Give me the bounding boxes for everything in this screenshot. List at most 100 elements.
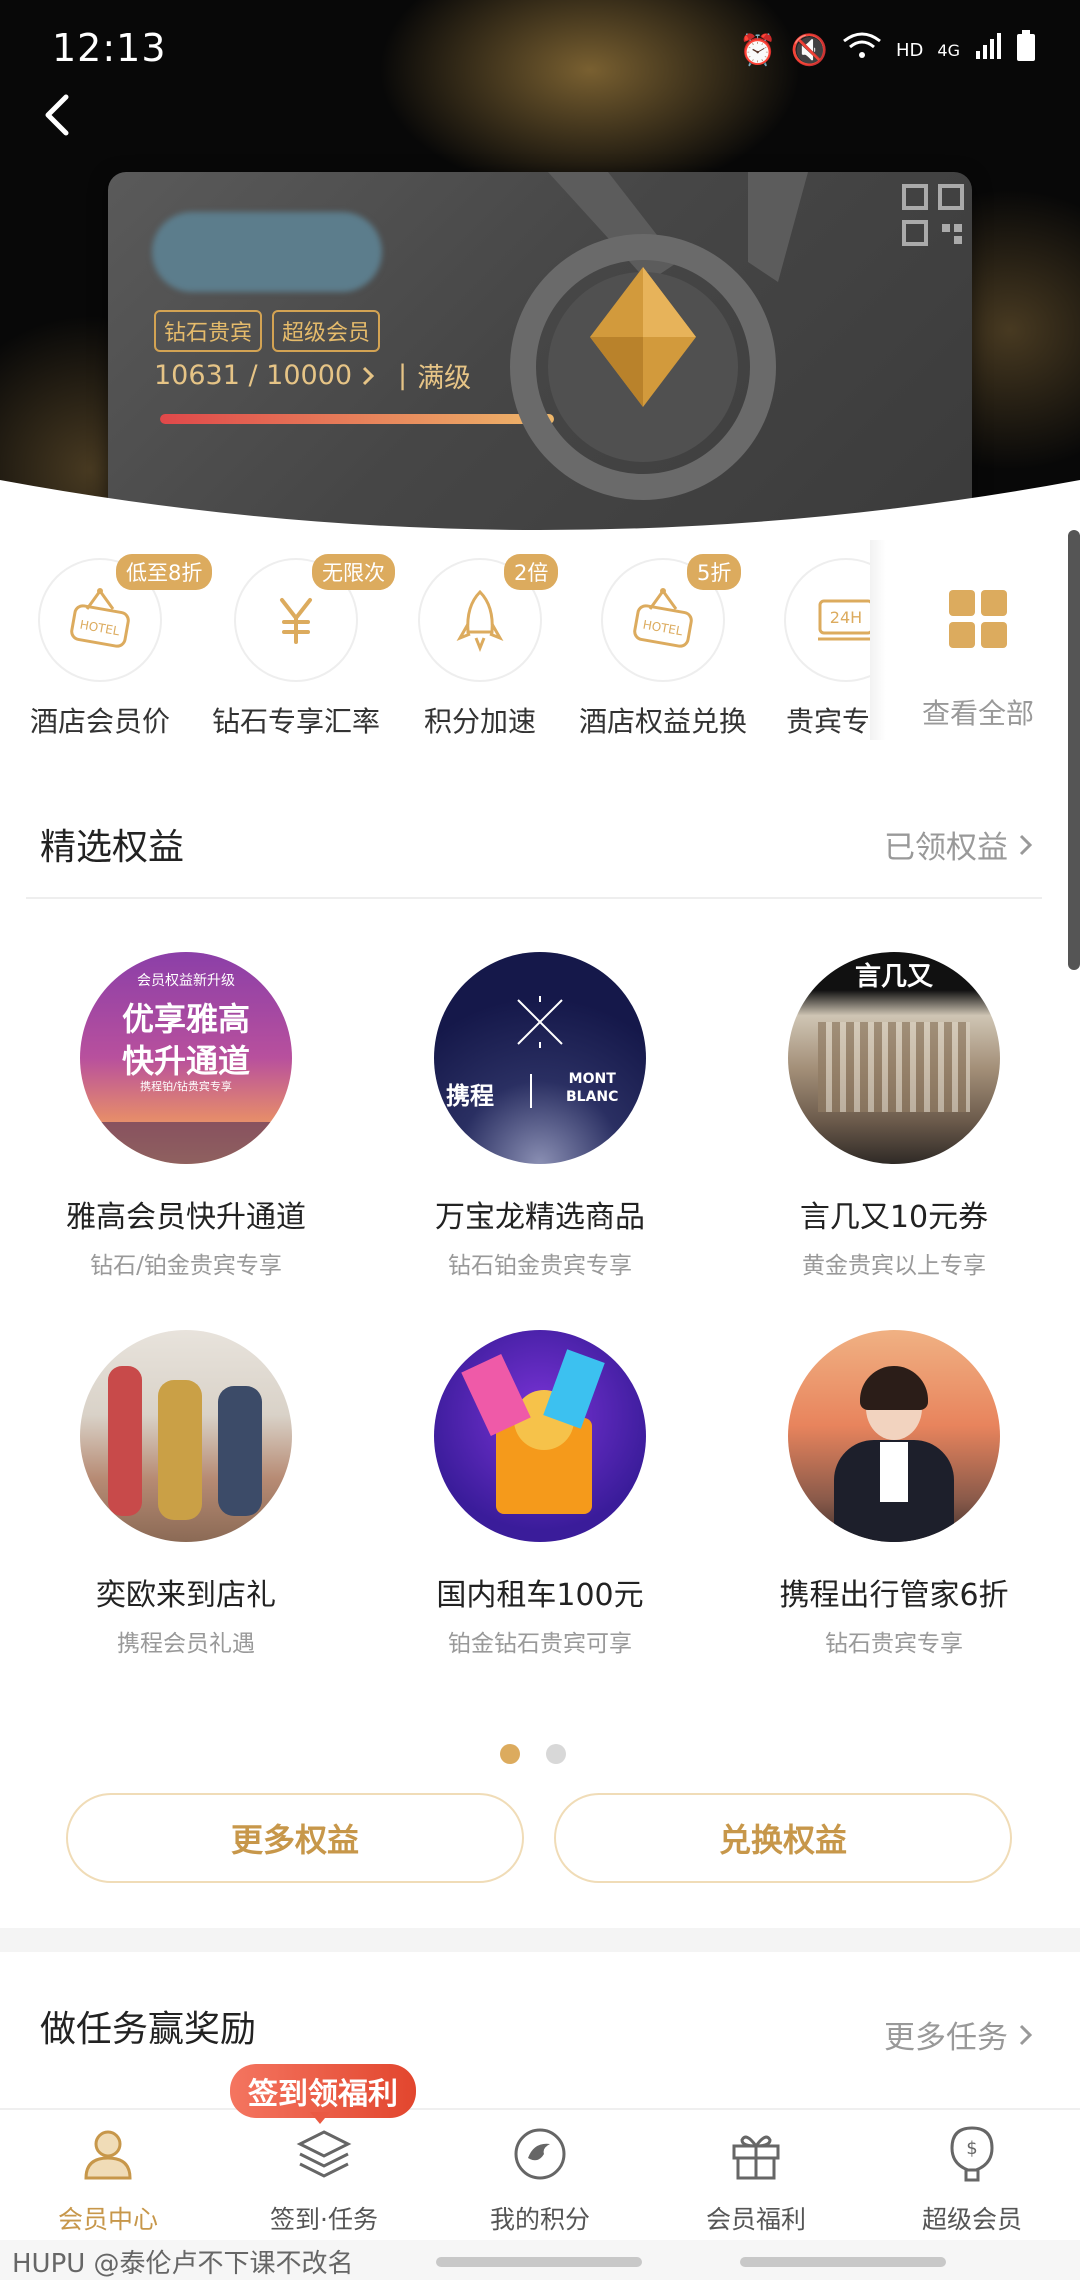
nav-signin-tasks[interactable]: 签到·任务 [216,2124,432,2236]
right-title: 言几又10元券 [799,1200,989,1235]
benefit-circle: HOTEL 低至8折 [38,554,213,682]
svg-text:$: $ [966,2138,977,2159]
points-value: 10631 / 10000 [154,360,353,391]
right-item-yanjiyou[interactable]: 言几又 言几又10元券 黄金贵宾以上专享 [724,952,1064,1280]
benefit-label: 酒店权益兑换 [578,705,747,738]
nav-label: 会员福利 [705,2205,806,2234]
user-icon [84,2130,132,2180]
right-item-car-rental[interactable]: 国内租车100元 铂金钻石贵宾可享 [370,1330,710,1658]
page-dot-active[interactable] [500,1744,520,1764]
benefit-circle: 24H [784,558,870,682]
rocket-icon [456,589,504,652]
more-tasks-label: 更多任务 [884,2020,1008,2056]
nav-label: 我的积分 [489,2205,590,2234]
points-icon [514,2128,566,2180]
watermark: HUPU @泰伦卢不下课不改名 [12,2249,354,2279]
chevron-right-icon [1019,2024,1033,2045]
nav-member-center[interactable]: 会员中心 [0,2124,216,2236]
arrows-emblem-icon [517,996,563,1048]
benefit-hotel-price[interactable]: HOTEL 低至8折 酒店会员价 [0,554,213,740]
benefit-vip-24h[interactable]: 24H 贵宾专 [746,558,870,740]
right-subtitle: 钻石铂金贵宾专享 [448,1253,632,1279]
bookstore-image: 言几又 [788,952,1000,1164]
right-item-montblanc[interactable]: 携程 MONT BLANC 万宝龙精选商品 钻石铂金贵宾专享 [370,952,710,1280]
right-subtitle: 钻石/铂金贵宾专享 [90,1253,282,1279]
back-button[interactable] [30,85,90,145]
right-subtitle: 携程会员礼遇 [117,1631,255,1657]
carousel-pagination [500,1744,566,1764]
claimed-benefits-label: 已领权益 [884,830,1008,866]
benefit-tag: 5折 [687,554,742,590]
travel-butler-image [788,1330,1000,1542]
right-title: 国内租车100元 [436,1578,644,1613]
accor-image: 会员权益新升级 优享雅高 快升通道 携程铂/钻贵宾专享 [80,952,292,1164]
nav-label: 会员中心 [57,2205,158,2234]
chevron-left-icon [45,94,69,136]
benefit-circle: 2倍 [418,554,559,682]
featured-title: 精选权益 [40,827,185,868]
page-dot[interactable] [546,1744,566,1764]
qr-code-icon[interactable] [902,184,964,246]
nav-label: 签到·任务 [270,2205,378,2234]
status-time: 12:13 [52,26,167,70]
grid-icon [949,590,1007,648]
hotel-sign-icon: HOTEL [633,588,693,648]
scrollbar[interactable] [1068,530,1080,970]
right-item-accor[interactable]: 会员权益新升级 优享雅高 快升通道 携程铂/钻贵宾专享 雅高会员快升通道 钻石/… [16,952,356,1280]
battery-icon [1016,30,1036,70]
montblanc-image: 携程 MONT BLANC [434,952,646,1164]
benefit-tag: 2倍 [504,554,559,590]
layers-icon [296,2130,352,2178]
alarm-icon: ⏰ [739,32,777,68]
right-item-value-retail[interactable]: 奕欧来到店礼 携程会员礼遇 [16,1330,356,1658]
more-benefits-button[interactable]: 更多权益 [66,1793,524,1883]
right-title: 奕欧来到店礼 [96,1578,276,1613]
yuan-icon [280,598,312,644]
right-subtitle: 铂金钻石贵宾可享 [448,1631,632,1657]
badge-super-member: 超级会员 [272,310,381,352]
nav-member-benefits[interactable]: 会员福利 [648,2124,864,2236]
mute-icon: 🔇 [790,32,829,68]
member-badges: 钻石贵宾 超级会员 [154,310,381,352]
view-all-label: 查看全部 [921,697,1034,730]
benefit-label: 酒店会员价 [29,705,170,738]
nav-super-member[interactable]: $ 超级会员 [864,2124,1080,2236]
right-title: 携程出行管家6折 [779,1578,1009,1613]
right-item-travel-butler[interactable]: 携程出行管家6折 钻石贵宾专享 [724,1330,1064,1658]
nav-my-points[interactable]: 我的积分 [432,2124,648,2236]
signin-reward-badge[interactable]: 签到领福利 [230,2064,416,2118]
blurred-username [152,212,382,292]
benefit-exchange-rate[interactable]: 无限次 钻石专享汇率 [196,554,396,740]
header-wave [0,480,1080,560]
section-gap [0,1928,1080,1952]
24h-icon: 24H [818,599,870,641]
badge-diamond: 钻石贵宾 [154,310,263,352]
points-progress-link[interactable]: 10631 / 10000 | 满级 [154,356,471,395]
more-tasks-link[interactable]: 更多任务 [884,2012,1038,2057]
chevron-right-icon [362,366,375,385]
svg-text:HOTEL: HOTEL [642,618,684,639]
gift-icon [732,2135,780,2180]
chevron-right-icon [1019,834,1033,855]
benefit-label: 钻石专享汇率 [211,705,380,738]
right-title: 万宝龙精选商品 [435,1200,645,1235]
svg-text:24H: 24H [830,608,862,627]
benefit-points-boost[interactable]: 2倍 积分加速 [380,554,580,740]
view-all-button[interactable]: 查看全部 [888,590,1068,732]
exchange-benefits-button[interactable]: 兑换权益 [554,1793,1012,1883]
signin-badge-tail [310,2112,330,2124]
gesture-bar[interactable] [436,2257,642,2267]
gesture-bar-secondary[interactable] [740,2257,946,2267]
section-divider [26,897,1042,899]
balloon-icon: $ [950,2126,994,2182]
benefit-circle: 无限次 [234,554,395,682]
nav-label: 超级会员 [921,2205,1022,2234]
wifi-icon [842,31,882,69]
right-subtitle: 钻石贵宾专享 [825,1631,963,1657]
benefit-hotel-exchange[interactable]: HOTEL 5折 酒店权益兑换 [563,554,763,740]
signal-icon [974,31,1002,69]
right-title: 雅高会员快升通道 [66,1200,306,1235]
benefit-label: 积分加速 [423,705,536,738]
claimed-benefits-link[interactable]: 已领权益 [884,822,1038,867]
bottom-navigation: 会员中心 签到·任务 我的积分 会员福利 $ 超级会员 [0,2108,1080,2242]
